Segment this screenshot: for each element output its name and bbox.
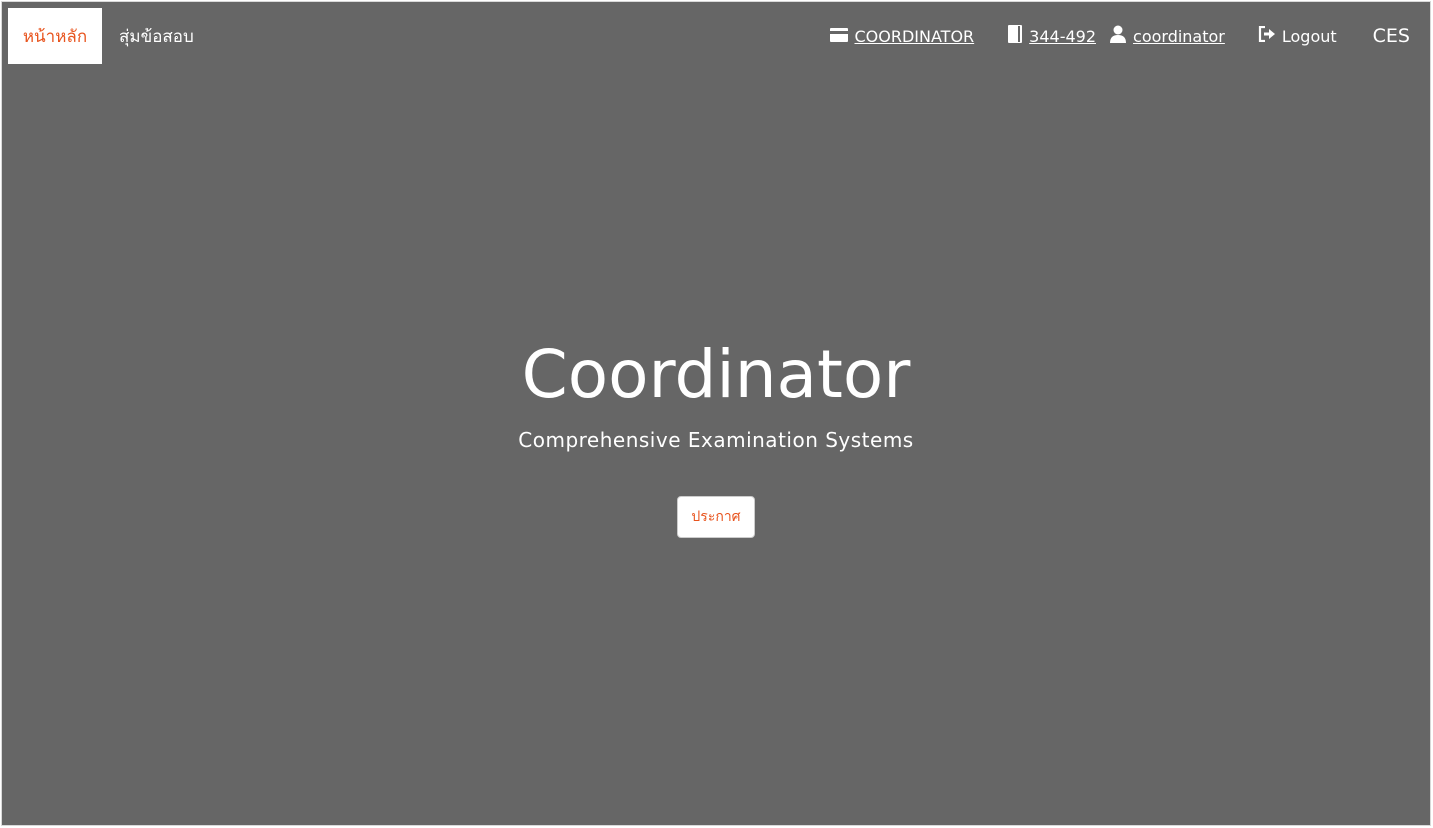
- announce-button[interactable]: ประกาศ: [677, 496, 755, 538]
- user-icon: [1109, 25, 1127, 47]
- nav-left: หน้าหลัก สุ่มข้อสอบ: [8, 8, 194, 64]
- role-link[interactable]: COORDINATOR: [854, 27, 974, 46]
- nav-home-link[interactable]: หน้าหลัก: [8, 8, 102, 64]
- course-link[interactable]: 344-492: [1029, 27, 1096, 46]
- brand-label[interactable]: CES: [1373, 25, 1410, 47]
- logout-item: Logout: [1258, 25, 1337, 46]
- user-item: coordinator: [1109, 25, 1225, 47]
- app-frame: หน้าหลัก สุ่มข้อสอบ COORDINATOR 344-492: [1, 1, 1431, 826]
- logout-icon: [1258, 25, 1276, 46]
- nav-right: COORDINATOR 344-492 coordinator Logout C…: [830, 8, 1410, 64]
- nav-random-exam-link[interactable]: สุ่มข้อสอบ: [119, 23, 194, 50]
- user-link[interactable]: coordinator: [1133, 27, 1225, 46]
- logout-link[interactable]: Logout: [1282, 27, 1337, 46]
- hero-subtitle: Comprehensive Examination Systems: [518, 428, 914, 452]
- id-card-icon: [830, 27, 849, 46]
- book-icon: [1007, 25, 1023, 47]
- hero-section: Coordinator Comprehensive Examination Sy…: [2, 342, 1430, 538]
- hero-title: Coordinator: [521, 336, 911, 413]
- role-item: COORDINATOR: [830, 27, 974, 46]
- course-item: 344-492: [1007, 25, 1096, 47]
